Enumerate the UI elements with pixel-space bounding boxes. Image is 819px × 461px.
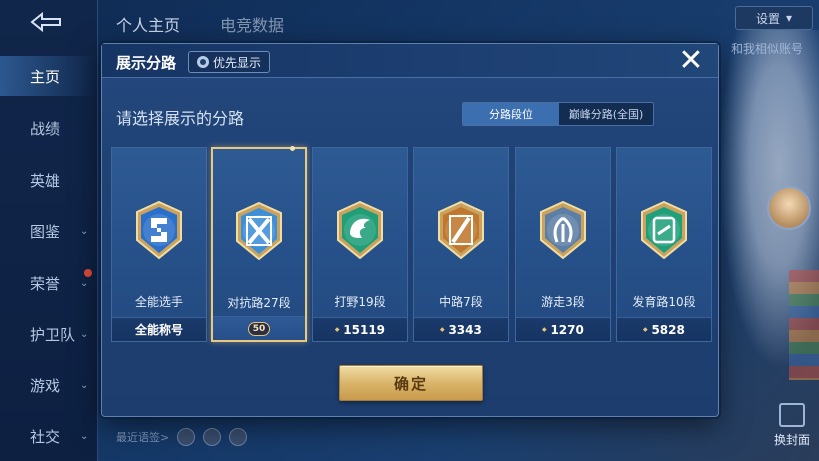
tab-esports[interactable]: 电竞数据: [220, 12, 284, 36]
confirm-button[interactable]: 确定: [339, 365, 483, 401]
sidebar-item-games[interactable]: 游戏 ⌄: [0, 365, 98, 405]
sidebar: 主页 战绩 英雄 图鉴 ⌄ 荣誉 ⌄ 护卫队 ⌄ 游戏 ⌄ 社交 ⌄: [0, 0, 98, 461]
lane-card-footer: ⬩ 15119: [313, 317, 407, 341]
chevron-down-icon: ⌄: [80, 225, 89, 237]
notification-dot: [84, 269, 92, 277]
sidebar-item-label: 图鉴: [30, 222, 61, 241]
dialog-title: 展示分路: [116, 54, 177, 72]
dialog-subtitle: 请选择展示的分路: [116, 109, 245, 128]
title-label: 全能称号: [134, 323, 183, 337]
lane-display-dialog: 展示分路 优先显示 ✕ 请选择展示的分路 分路段位 巅峰分路(全国) 全能选手全…: [101, 43, 719, 417]
lane-card-footer: ⬩ 3343: [414, 317, 508, 341]
lane-card-name: 游走3段: [541, 295, 585, 309]
points-icon: ⬩: [334, 322, 340, 336]
points-value: 3343: [448, 322, 482, 337]
sidebar-item-heroes[interactable]: 英雄: [0, 160, 98, 200]
lane-card-mid[interactable]: 中路7段 ⬩ 3343: [413, 147, 509, 342]
chevron-down-icon: ⌄: [80, 328, 89, 340]
farm-lane-icon: [641, 200, 687, 260]
lane-card-footer: 全能称号: [112, 317, 206, 341]
points-value: 15119: [343, 322, 386, 337]
lane-card-allround[interactable]: 全能选手 全能称号: [111, 147, 207, 342]
background-tabs: 个人主页 电竞数据: [116, 12, 284, 36]
gear-icon: [197, 56, 209, 68]
priority-display-label: 优先显示: [213, 55, 262, 70]
lane-card-farm[interactable]: 发育路10段 ⬩ 5828: [616, 147, 712, 342]
sidebar-item-label: 战绩: [30, 119, 61, 138]
sidebar-item-label: 主页: [30, 67, 61, 86]
change-cover-label: 换封面: [773, 433, 810, 447]
chevron-down-icon: ⌄: [80, 430, 89, 442]
clash-lane-icon: [236, 201, 282, 261]
level-badge: 50: [247, 321, 271, 336]
sidebar-item-label: 荣誉: [30, 274, 61, 293]
change-cover-button[interactable]: 换封面: [769, 398, 815, 448]
points-icon: ⬩: [643, 322, 648, 336]
lane-card-clash[interactable]: 对抗路27段 50: [211, 146, 307, 342]
points-icon: ⬩: [440, 322, 445, 336]
chevron-down-icon: ▾: [785, 11, 793, 25]
chevron-down-icon: ⌄: [80, 277, 89, 289]
close-icon[interactable]: ✕: [676, 46, 706, 77]
sidebar-item-label: 游戏: [30, 376, 61, 395]
back-button[interactable]: [22, 10, 68, 34]
recent-avatar[interactable]: [229, 428, 248, 446]
sidebar-item-codex[interactable]: 图鉴 ⌄: [0, 211, 98, 251]
selection-marker: [290, 146, 295, 151]
points-icon: ⬩: [542, 322, 547, 336]
recent-avatar[interactable]: [177, 428, 196, 446]
lane-card-name: 对抗路27段: [227, 296, 291, 310]
settings-button[interactable]: 设置 ▾: [735, 6, 813, 30]
sidebar-item-home[interactable]: 主页: [0, 56, 98, 96]
lane-card-name: 发育路10段: [632, 295, 696, 309]
lane-card-name: 打野19段: [334, 295, 386, 309]
lane-card-jungle[interactable]: 打野19段 ⬩ 15119: [312, 147, 408, 342]
sidebar-item-social[interactable]: 社交 ⌄: [0, 416, 98, 456]
tab-peak-lane[interactable]: 巅峰分路(全国): [559, 103, 653, 125]
lane-mode-toggle: 分路段位 巅峰分路(全国): [462, 102, 654, 126]
dialog-header: 展示分路 优先显示 ✕: [102, 44, 718, 78]
back-arrow-icon: [30, 11, 61, 33]
sidebar-item-honor[interactable]: 荣誉 ⌄: [0, 263, 98, 303]
tab-lane-rank[interactable]: 分路段位: [463, 103, 559, 125]
jungle-lane-icon: [337, 200, 383, 260]
sidebar-item-label: 英雄: [30, 171, 61, 190]
recent-avatar[interactable]: [203, 428, 222, 446]
settings-label: 设置: [755, 11, 780, 26]
sidebar-item-record[interactable]: 战绩: [0, 108, 98, 148]
lane-card-name: 全能选手: [134, 295, 183, 309]
lane-card-name: 中路7段: [439, 295, 483, 309]
avatar[interactable]: [767, 186, 811, 230]
lane-card-footer: ⬩ 1270: [516, 317, 610, 341]
roam-lane-icon: [540, 200, 586, 260]
allround-lane-icon: [136, 200, 182, 260]
lane-card-footer: ⬩ 5828: [617, 317, 711, 341]
decorative-stripes: [789, 270, 819, 380]
sidebar-item-label: 护卫队: [30, 325, 76, 344]
priority-display-button[interactable]: 优先显示: [188, 51, 271, 73]
recent-label[interactable]: 最近语签>: [116, 429, 169, 445]
image-icon: [779, 403, 805, 427]
lane-card-footer: 50: [213, 316, 305, 340]
chevron-down-icon: ⌄: [80, 379, 89, 391]
sidebar-item-label: 社交: [30, 427, 61, 446]
recent-bar: 最近语签>: [116, 428, 248, 446]
lane-card-roam[interactable]: 游走3段 ⬩ 1270: [515, 147, 611, 342]
mid-lane-icon: [438, 200, 484, 260]
tab-profile[interactable]: 个人主页: [116, 12, 180, 36]
similar-accounts-label[interactable]: 和我相似账号: [731, 40, 803, 57]
sidebar-item-guard[interactable]: 护卫队 ⌄: [0, 314, 98, 354]
points-value: 5828: [651, 322, 685, 337]
points-value: 1270: [550, 322, 584, 337]
